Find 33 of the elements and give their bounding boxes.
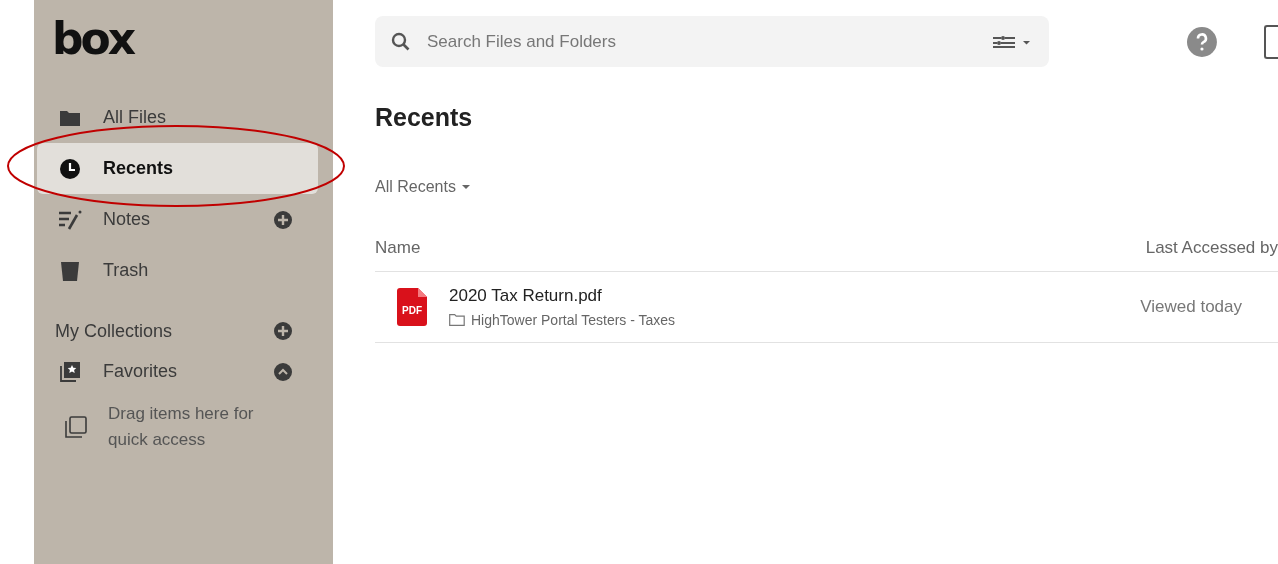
folder-link[interactable]: HighTower Portal Testers - Taxes bbox=[471, 312, 676, 328]
toolbar-button[interactable] bbox=[1264, 24, 1278, 59]
folder-icon bbox=[57, 108, 83, 127]
file-name[interactable]: 2020 Tax Return.pdf bbox=[449, 286, 602, 306]
page-title: Recents bbox=[375, 103, 474, 132]
table-cell: Viewed today bbox=[1140, 297, 1242, 317]
file-type-label: PDF bbox=[402, 305, 422, 316]
section-title: My Collections bbox=[55, 320, 173, 342]
sidebar-item[interactable]: Favorites bbox=[37, 346, 318, 397]
notes-icon bbox=[57, 209, 83, 230]
sidebar-item[interactable]: Notes bbox=[37, 194, 318, 245]
sidebar-item[interactable]: Recents bbox=[37, 143, 318, 194]
column-header[interactable]: Last Accessed by bbox=[1145, 237, 1278, 258]
sidebar-item[interactable]: All Files bbox=[37, 92, 318, 143]
caret-icon bbox=[461, 185, 470, 189]
empty-hint: Drag items here for quick access bbox=[108, 403, 255, 451]
clock-icon bbox=[57, 157, 83, 180]
add-icon[interactable] bbox=[274, 322, 292, 340]
pdf-file-icon bbox=[397, 288, 427, 326]
search-icon bbox=[391, 31, 411, 52]
filter-dropdown[interactable]: All Recents bbox=[375, 178, 470, 196]
add-icon[interactable] bbox=[274, 210, 292, 229]
logo[interactable]: box bbox=[52, 14, 134, 64]
column-header[interactable]: Name bbox=[375, 237, 421, 258]
filter-icon[interactable] bbox=[993, 34, 1032, 49]
help-icon[interactable] bbox=[1187, 26, 1218, 57]
copy-icon bbox=[64, 415, 88, 439]
sidebar-item[interactable]: Trash bbox=[37, 245, 318, 296]
folder-icon bbox=[449, 314, 465, 326]
search-input[interactable]: Search Files and Folders bbox=[425, 30, 980, 53]
collapse-icon[interactable] bbox=[274, 362, 292, 381]
search-field[interactable]: Search Files and Folders bbox=[375, 16, 1050, 67]
star-collection-icon bbox=[57, 360, 83, 383]
